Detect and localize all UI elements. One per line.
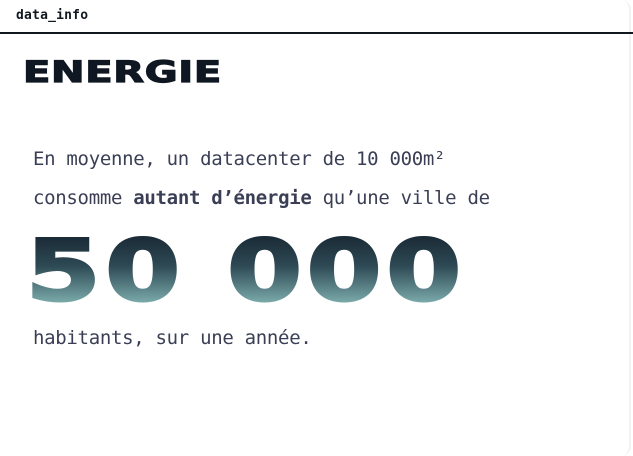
paragraph-line-1: En moyenne, un datacenter de 10 000m² [33, 148, 446, 170]
paragraph-line-2-suffix: qu’une ville de [311, 187, 490, 209]
header-label: data_info [16, 8, 89, 23]
highlight-number-text: 50 000 [26, 222, 466, 312]
info-card: data_info ENERGIE En moyenne, un datacen… [0, 0, 633, 456]
paragraph-line-2: consomme autant d’énergie qu’une ville d… [33, 187, 490, 209]
highlight-number: 50 000 [25, 222, 466, 312]
page-title: ENERGIE [22, 54, 222, 89]
card-header: data_info [0, 0, 633, 34]
paragraph-emphasis: autant d’énergie [133, 187, 312, 209]
paragraph-line-2-prefix: consomme [33, 187, 134, 209]
paragraph-line-3: habitants, sur une année. [33, 327, 312, 349]
